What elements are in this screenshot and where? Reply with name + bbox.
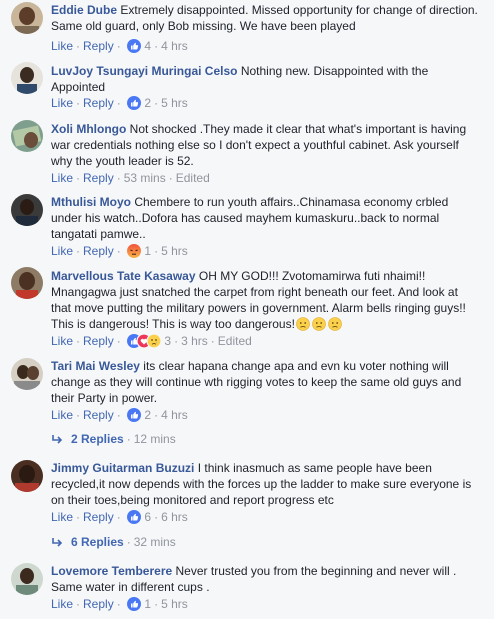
timestamp[interactable]: 5 hrs xyxy=(161,96,188,110)
comment-actions: Like · Reply · 2 · 4 hrs xyxy=(51,407,188,423)
reply-link[interactable]: Reply xyxy=(83,408,114,422)
avatar[interactable] xyxy=(11,563,43,595)
comment-author-link[interactable]: LuvJoy Tsungayi Muringai Celso xyxy=(51,64,237,78)
comment-actions: Like · Reply · 53 mins · Edited xyxy=(51,171,210,185)
view-replies-link[interactable]: 2 Replies · 12 mins xyxy=(51,431,176,447)
comment-actions: Like · Reply · 2 · 5 hrs xyxy=(51,95,188,111)
reply-link[interactable]: Reply xyxy=(83,39,114,53)
like-link[interactable]: Like xyxy=(51,39,73,53)
comment-author-link[interactable]: Eddie Dube xyxy=(51,3,117,17)
like-link[interactable]: Like xyxy=(51,244,73,258)
comment-author-link[interactable]: Tari Mai Wesley xyxy=(51,359,140,373)
sad-reaction-icon xyxy=(146,333,162,349)
comment-author-link[interactable]: Mthulisi Moyo xyxy=(51,195,131,209)
avatar[interactable] xyxy=(11,460,43,492)
comment-actions: Like · Reply · 6 · 6 hrs xyxy=(51,509,188,525)
avatar[interactable] xyxy=(11,2,43,34)
comment-actions: Like · Reply · 3 · 3 hrs · Edited xyxy=(51,333,252,349)
reply-link[interactable]: Reply xyxy=(83,334,114,348)
comment-actions: Like · Reply · 1 · 5 hrs xyxy=(51,596,188,612)
avatar[interactable] xyxy=(11,120,43,152)
avatar[interactable] xyxy=(11,62,43,94)
replies-timestamp: 12 mins xyxy=(133,432,176,446)
reply-arrow-icon xyxy=(51,536,63,552)
like-reaction-icon[interactable] xyxy=(127,96,142,114)
comment-actions: Like · Reply · 4 · 4 hrs xyxy=(51,38,188,54)
avatar[interactable] xyxy=(11,267,43,299)
like-reaction-icon[interactable] xyxy=(127,510,142,528)
worried-face-emoji xyxy=(296,317,310,335)
reply-link[interactable]: Reply xyxy=(83,597,114,611)
replies-count[interactable]: 2 Replies xyxy=(71,432,124,446)
worried-face-emoji xyxy=(328,317,342,335)
comment-text: Xoli Mhlongo Not shocked .They made it c… xyxy=(51,121,481,169)
reply-link[interactable]: Reply xyxy=(83,510,114,524)
like-link[interactable]: Like xyxy=(51,334,73,348)
like-link[interactable]: Like xyxy=(51,171,73,185)
comment-actions: Like · Reply · 1 · 5 hrs xyxy=(51,243,188,259)
view-replies-link[interactable]: 6 Replies · 32 mins xyxy=(51,534,176,550)
replies-timestamp: 32 mins xyxy=(133,535,176,549)
comment-text: Lovemore Temberere Never trusted you fro… xyxy=(51,563,481,595)
comment-text: Tari Mai Wesley its clear hapana change … xyxy=(51,358,481,406)
worried-face-emoji xyxy=(312,317,326,335)
edited-label[interactable]: Edited xyxy=(176,171,210,185)
comment-author-link[interactable]: Xoli Mhlongo xyxy=(51,122,126,136)
reply-arrow-icon xyxy=(51,433,63,449)
comment-text: LuvJoy Tsungayi Muringai Celso Nothing n… xyxy=(51,63,481,95)
timestamp[interactable]: 6 hrs xyxy=(161,510,188,524)
like-link[interactable]: Like xyxy=(51,510,73,524)
angry-reaction-icon[interactable] xyxy=(127,244,142,262)
comment-author-link[interactable]: Lovemore Temberere xyxy=(51,564,172,578)
like-reaction-icon[interactable] xyxy=(127,39,142,57)
timestamp[interactable]: 4 hrs xyxy=(161,408,188,422)
like-reaction-icon[interactable] xyxy=(127,408,142,426)
comment-text: Jimmy Guitarman Buzuzi I think inasmuch … xyxy=(51,460,481,508)
like-link[interactable]: Like xyxy=(51,96,73,110)
replies-count[interactable]: 6 Replies xyxy=(71,535,124,549)
comment-author-link[interactable]: Jimmy Guitarman Buzuzi xyxy=(51,461,194,475)
timestamp[interactable]: 3 hrs xyxy=(181,334,208,348)
timestamp[interactable]: 53 mins xyxy=(124,171,166,185)
reply-link[interactable]: Reply xyxy=(83,171,114,185)
reaction-icons[interactable] xyxy=(127,333,162,352)
edited-label[interactable]: Edited xyxy=(218,334,252,348)
timestamp[interactable]: 5 hrs xyxy=(161,244,188,258)
timestamp[interactable]: 5 hrs xyxy=(161,597,188,611)
avatar[interactable] xyxy=(11,194,43,226)
reply-link[interactable]: Reply xyxy=(83,96,114,110)
comment-author-link[interactable]: Marvellous Tate Kasaway xyxy=(51,269,196,283)
comment-text: Eddie Dube Extremely disappointed. Misse… xyxy=(51,2,481,34)
reply-link[interactable]: Reply xyxy=(83,244,114,258)
comment-text: Mthulisi Moyo Chembere to run youth affa… xyxy=(51,194,481,242)
avatar[interactable] xyxy=(11,358,43,390)
like-reaction-icon[interactable] xyxy=(127,597,142,615)
like-link[interactable]: Like xyxy=(51,408,73,422)
timestamp[interactable]: 4 hrs xyxy=(161,39,188,53)
like-link[interactable]: Like xyxy=(51,597,73,611)
comment-text: Marvellous Tate Kasaway OH MY GOD!!! Zvo… xyxy=(51,268,481,335)
